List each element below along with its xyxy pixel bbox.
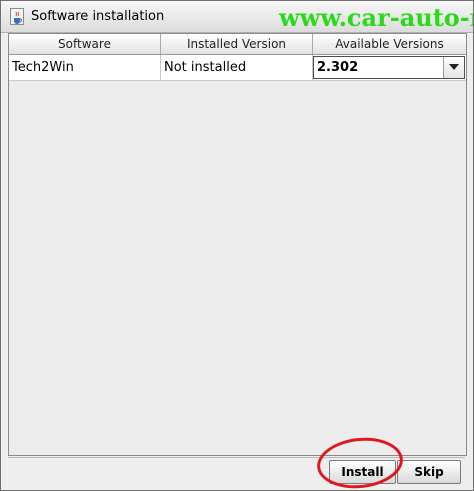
dropdown-arrow-button[interactable]: [443, 57, 464, 78]
skip-button[interactable]: Skip: [397, 460, 461, 484]
java-coffee-cup-icon: [10, 8, 24, 25]
cell-software-name: Tech2Win: [9, 55, 161, 80]
table-row[interactable]: Tech2Win Not installed 2.302: [9, 55, 466, 81]
window-title: Software installation: [31, 9, 165, 24]
cell-installed-version: Not installed: [161, 55, 313, 80]
column-header-available-versions[interactable]: Available Versions: [313, 34, 466, 54]
column-header-installed-version[interactable]: Installed Version: [161, 34, 313, 54]
software-installation-dialog: Software installation www.car-auto-repai…: [0, 0, 474, 491]
button-bar: Install Skip: [8, 457, 465, 485]
software-table: Software Installed Version Available Ver…: [8, 33, 467, 456]
selected-version-value: 2.302: [317, 60, 359, 75]
column-header-software[interactable]: Software: [9, 34, 161, 54]
table-header: Software Installed Version Available Ver…: [9, 34, 466, 55]
watermark-text: www.car-auto-repair.c: [279, 3, 473, 32]
available-version-dropdown[interactable]: 2.302: [313, 56, 465, 79]
install-button[interactable]: Install: [329, 460, 396, 484]
chevron-down-icon: [449, 64, 459, 70]
